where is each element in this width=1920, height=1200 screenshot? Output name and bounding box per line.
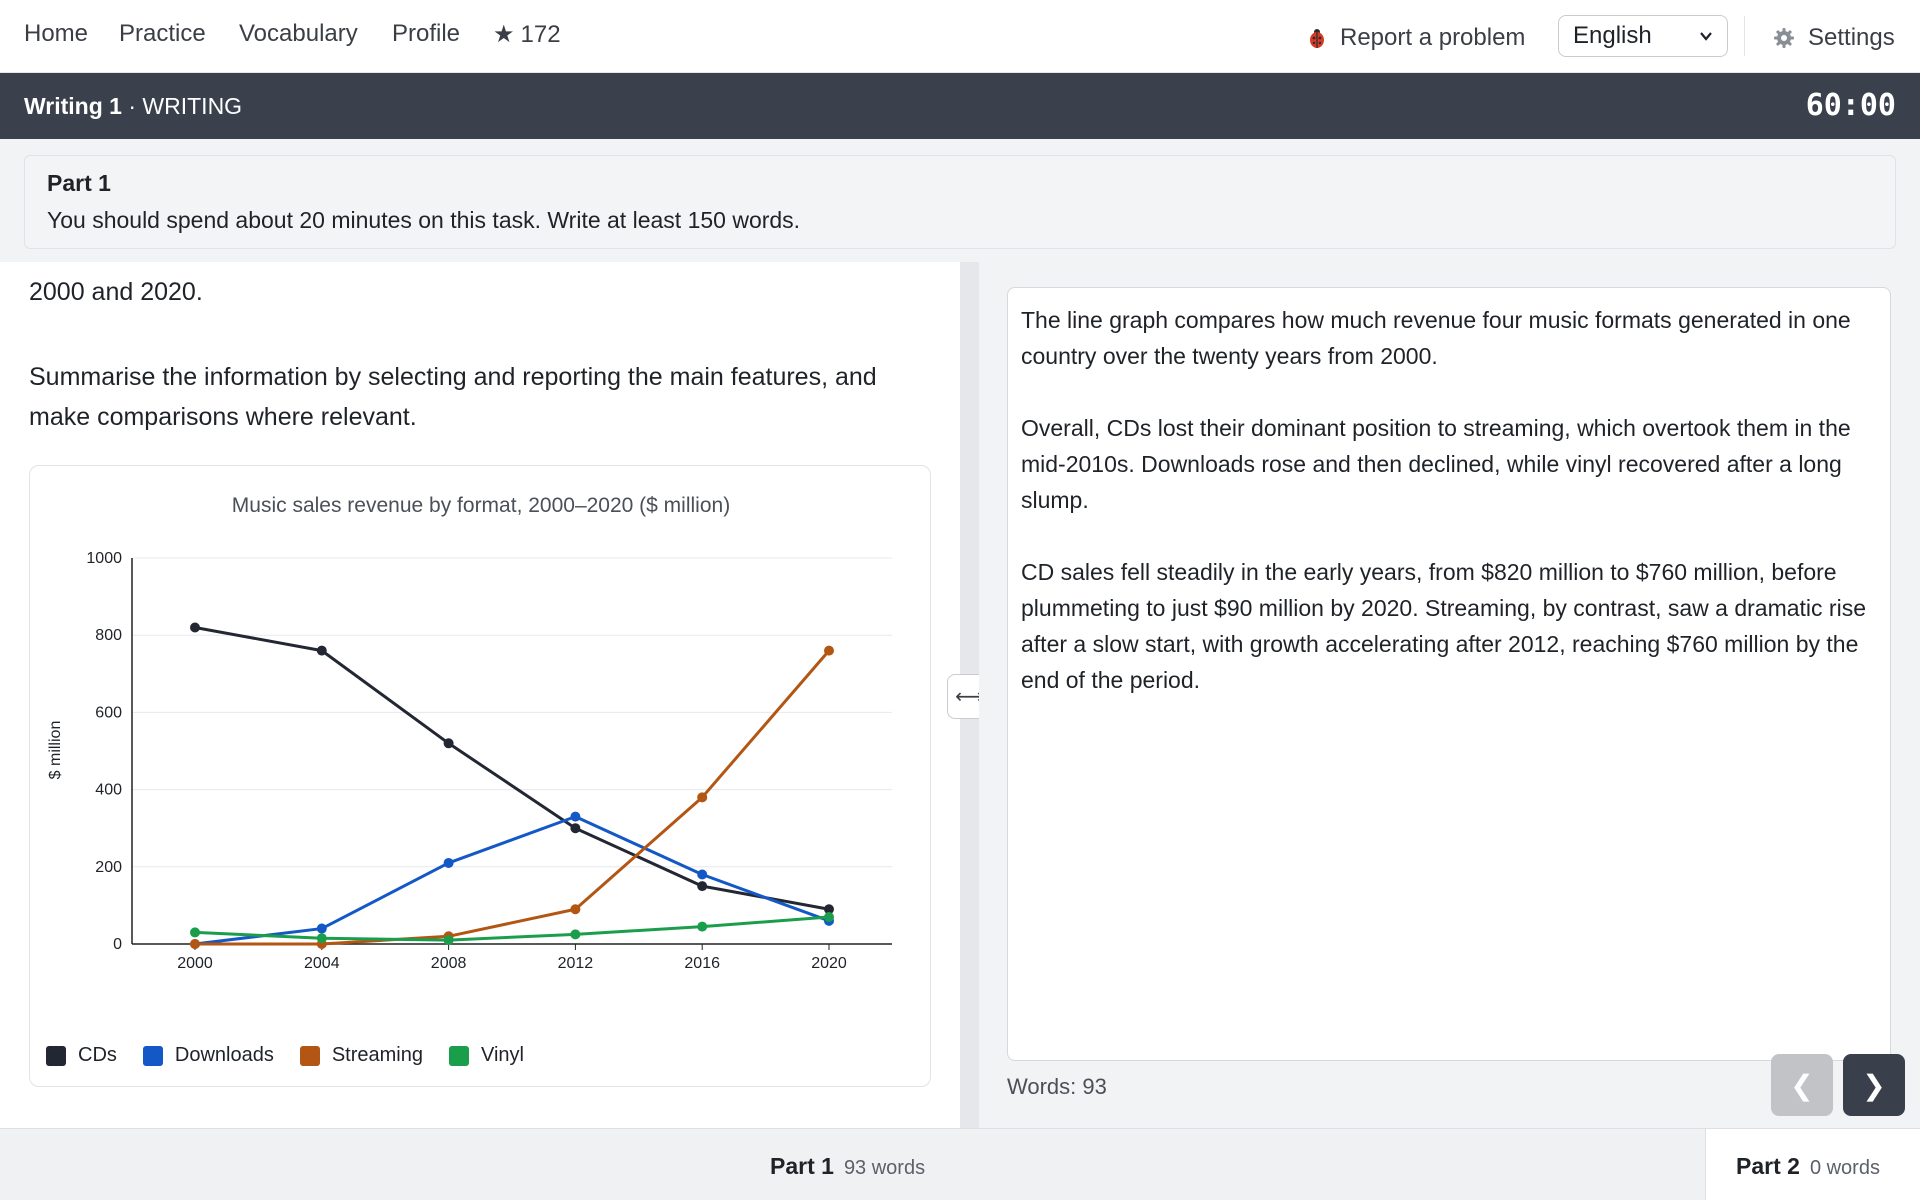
- data-point-vinyl: [824, 911, 834, 922]
- test-title: Writing 1 · WRITING: [24, 93, 242, 120]
- part-1-label: Part 1: [770, 1153, 834, 1179]
- star-icon: ★: [493, 21, 515, 48]
- legend-swatch: [449, 1045, 469, 1066]
- word-count: Words: 93: [1007, 1074, 1107, 1099]
- line-chart: Music sales revenue by format, 2000–2020…: [47, 494, 892, 972]
- ladybug-icon: [1310, 29, 1324, 48]
- data-point-vinyl: [443, 935, 454, 946]
- part-2-label: Part 2: [1736, 1153, 1800, 1179]
- chevron-right-icon: ❯: [1862, 1069, 1886, 1101]
- test-section: WRITING: [142, 93, 243, 119]
- stars-counter[interactable]: ★ 172: [493, 20, 561, 49]
- top-nav: Home Practice Vocabulary Profile ★ 172 R…: [0, 0, 1920, 73]
- data-point-cds: [190, 622, 200, 633]
- nav-vocabulary-link[interactable]: Vocabulary: [239, 20, 358, 48]
- task-pane[interactable]: 2000 and 2020. Summarise the information…: [0, 262, 960, 1128]
- answer-paragraph-1: The line graph compares how much revenue…: [1021, 307, 1851, 369]
- legend-swatch: [46, 1045, 66, 1066]
- y-tick-label: 1000: [86, 550, 122, 567]
- legend-label: Streaming: [331, 1044, 423, 1066]
- y-axis-label: $ million: [47, 721, 64, 780]
- answer-pane: The line graph compares how much revenue…: [979, 262, 1920, 1128]
- task-summary-text: Summarise the information by selecting a…: [29, 363, 877, 431]
- gear-icon: [1774, 28, 1794, 48]
- chart-card: Music sales revenue by format, 2000–2020…: [29, 465, 931, 1087]
- y-tick-label: 600: [95, 704, 122, 721]
- nav-profile-link[interactable]: Profile: [392, 20, 460, 48]
- legend-item-streaming: Streaming: [299, 1044, 423, 1067]
- data-point-downloads: [316, 923, 327, 934]
- data-point-downloads: [697, 869, 708, 880]
- answer-paragraph-2: Overall, CDs lost their dominant positio…: [1021, 415, 1851, 513]
- language-select[interactable]: English: [1558, 15, 1728, 57]
- report-problem-button[interactable]: Report a problem: [1306, 24, 1525, 52]
- data-point-cds: [570, 823, 581, 834]
- test-header: Writing 1 · WRITING 60:00: [0, 73, 1920, 139]
- language-selected-value: English: [1573, 22, 1652, 49]
- part-instructions: You should spend about 20 minutes on thi…: [47, 207, 801, 233]
- answer-textarea[interactable]: The line graph compares how much revenue…: [1007, 287, 1891, 1061]
- chart-legend: CDs Downloads Streaming Vinyl: [46, 1044, 524, 1067]
- test-separator: ·: [128, 93, 137, 119]
- data-point-vinyl: [697, 921, 708, 932]
- report-problem-label: Report a problem: [1340, 24, 1526, 51]
- legend-item-vinyl: Vinyl: [449, 1044, 524, 1067]
- data-point-streaming: [824, 645, 834, 656]
- answer-paragraph-3: CD sales fell steadily in the early year…: [1021, 559, 1866, 693]
- legend-item-downloads: Downloads: [142, 1044, 274, 1067]
- part-title: Part 1: [47, 170, 111, 196]
- part-2-word-count: 0 words: [1809, 1157, 1880, 1179]
- legend-swatch: [299, 1045, 320, 1066]
- data-point-downloads: [570, 811, 581, 822]
- nav-divider: [1744, 16, 1745, 56]
- x-tick-label: 2016: [684, 955, 720, 972]
- tab-part-1[interactable]: Part 1 93 words: [770, 1153, 925, 1180]
- part-2-tab-content: Part 2 0 words: [1736, 1153, 1880, 1180]
- data-point-cds: [443, 738, 454, 749]
- data-point-vinyl: [316, 933, 327, 944]
- y-tick-label: 200: [95, 859, 122, 876]
- x-tick-label: 2020: [811, 955, 847, 972]
- series-line-streaming: [195, 649, 831, 946]
- chevron-down-icon: [1700, 32, 1712, 41]
- stars-count: 172: [520, 20, 561, 48]
- data-point-vinyl: [190, 927, 200, 938]
- nav-practice-link[interactable]: Practice: [119, 20, 206, 48]
- x-tick-label: 2004: [304, 955, 340, 972]
- previous-button[interactable]: ❮: [1771, 1054, 1833, 1116]
- x-tick-label: 2008: [431, 955, 467, 972]
- x-tick-label: 2012: [558, 955, 594, 972]
- legend-label: CDs: [78, 1044, 117, 1066]
- nav-home-link[interactable]: Home: [24, 20, 88, 48]
- parts-footer: Part 1 93 words Part 2 0 words: [0, 1128, 1920, 1200]
- data-point-downloads: [443, 857, 454, 868]
- legend-swatch: [142, 1045, 163, 1066]
- series-line-vinyl: [194, 915, 830, 942]
- x-tick-label: 2000: [177, 955, 213, 972]
- data-point-vinyl: [570, 929, 581, 940]
- test-name: Writing 1: [24, 93, 122, 119]
- y-tick-label: 400: [95, 782, 122, 799]
- settings-label: Settings: [1808, 24, 1895, 51]
- data-point-cds: [697, 881, 708, 892]
- settings-button[interactable]: Settings: [1772, 24, 1895, 52]
- part-1-word-count: 93 words: [843, 1157, 926, 1179]
- legend-item-cds: CDs: [46, 1044, 117, 1067]
- legend-label: Vinyl: [481, 1044, 524, 1066]
- part-instructions-band: Part 1 You should spend about 20 minutes…: [0, 139, 1920, 262]
- data-point-streaming: [570, 904, 581, 915]
- next-button[interactable]: ❯: [1843, 1054, 1905, 1116]
- tab-part-2[interactable]: Part 2 0 words: [1705, 1129, 1920, 1200]
- chevron-left-icon: ❮: [1790, 1069, 1814, 1101]
- task-text-clipped: 2000 and 2020.: [29, 278, 203, 306]
- y-tick-label: 0: [113, 936, 122, 953]
- data-point-streaming: [697, 792, 708, 803]
- countdown-timer: 60:00: [1805, 88, 1896, 123]
- chart-title: Music sales revenue by format, 2000–2020…: [232, 494, 730, 517]
- part-instructions-card: Part 1 You should spend about 20 minutes…: [24, 155, 1896, 249]
- data-point-cds: [316, 645, 327, 656]
- legend-label: Downloads: [174, 1044, 274, 1066]
- y-tick-label: 800: [95, 627, 122, 644]
- data-point-streaming: [190, 939, 200, 949]
